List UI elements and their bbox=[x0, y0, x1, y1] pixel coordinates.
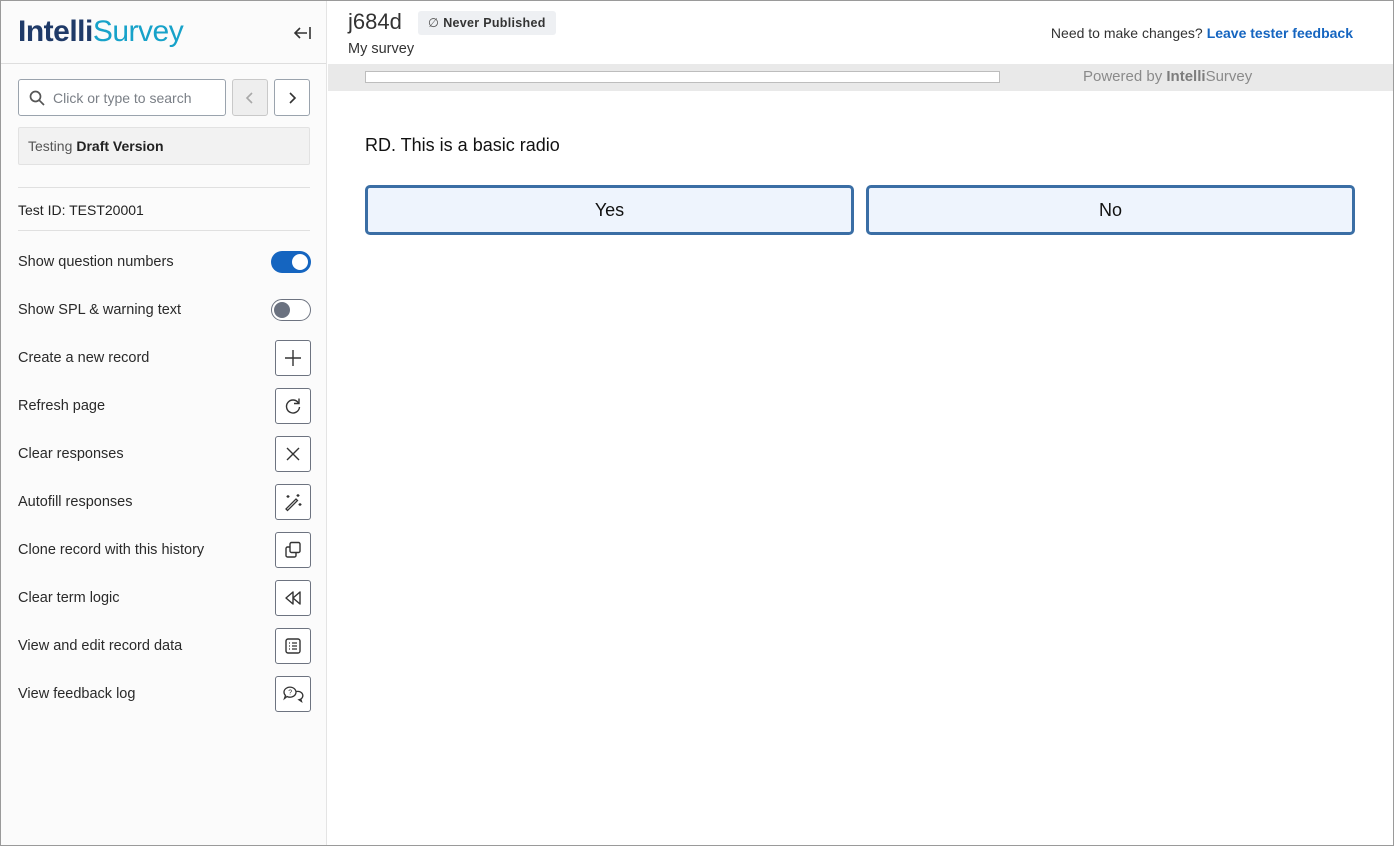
chat-icon: ? bbox=[283, 686, 304, 704]
version-name: Draft Version bbox=[76, 138, 164, 154]
progress-area: Powered by IntelliSurvey bbox=[328, 64, 1393, 91]
option-label: Show SPL & warning text bbox=[18, 302, 182, 318]
previous-button[interactable] bbox=[232, 79, 268, 116]
create-new-record-button[interactable] bbox=[275, 340, 311, 376]
list-icon bbox=[285, 638, 301, 654]
option-show-question-numbers: Show question numbers bbox=[18, 244, 311, 280]
action-clone-record: Clone record with this history bbox=[18, 532, 311, 568]
refresh-icon bbox=[285, 398, 301, 414]
action-clear-term-logic: Clear term logic bbox=[18, 580, 311, 616]
autofill-responses-button[interactable] bbox=[275, 484, 311, 520]
rewind-icon bbox=[285, 591, 301, 605]
chevron-right-icon bbox=[289, 91, 297, 104]
view-feedback-log-button[interactable]: ? bbox=[275, 676, 311, 712]
test-id: Test ID: TEST20001 bbox=[18, 202, 144, 218]
clone-icon bbox=[285, 541, 301, 558]
action-label: Clear responses bbox=[18, 446, 124, 462]
answer-no-button[interactable]: No bbox=[866, 185, 1355, 235]
view-edit-record-data-button[interactable] bbox=[275, 628, 311, 664]
close-icon bbox=[286, 447, 300, 461]
action-label: View and edit record data bbox=[18, 638, 183, 654]
chevron-left-icon bbox=[245, 91, 253, 104]
version-prefix: Testing bbox=[28, 138, 73, 154]
toggle-knob bbox=[274, 302, 290, 318]
search-field[interactable] bbox=[18, 79, 226, 116]
clear-term-logic-button[interactable] bbox=[275, 580, 311, 616]
clear-responses-button[interactable] bbox=[275, 436, 311, 472]
divider bbox=[18, 187, 310, 188]
option-show-spl-warning: Show SPL & warning text bbox=[18, 292, 311, 328]
publish-status-badge: ∅ Never Published bbox=[418, 11, 556, 35]
clone-record-button[interactable] bbox=[275, 532, 311, 568]
action-refresh-page: Refresh page bbox=[18, 388, 311, 424]
divider bbox=[18, 230, 310, 231]
powered-by: Powered by IntelliSurvey bbox=[1083, 68, 1253, 85]
action-autofill-responses: Autofill responses bbox=[18, 484, 311, 520]
search-icon bbox=[28, 89, 46, 107]
logo-row: IntelliSurvey bbox=[1, 1, 326, 64]
action-label: View feedback log bbox=[18, 686, 136, 702]
progress-bar bbox=[365, 71, 1000, 83]
answer-yes-button[interactable]: Yes bbox=[365, 185, 854, 235]
survey-id: j684d bbox=[348, 9, 402, 34]
plus-icon bbox=[285, 350, 301, 366]
next-button[interactable] bbox=[274, 79, 310, 116]
feedback-prompt: Need to make changes? Leave tester feedba… bbox=[1050, 25, 1353, 41]
intellisurvey-logo: IntelliSurvey bbox=[18, 15, 184, 48]
sidebar: IntelliSurvey TestingDraft Version Test … bbox=[1, 1, 327, 845]
action-label: Clone record with this history bbox=[18, 542, 205, 558]
action-label: Refresh page bbox=[18, 398, 106, 414]
show-question-numbers-toggle[interactable] bbox=[271, 251, 311, 273]
action-view-feedback-log: View feedback log ? bbox=[18, 676, 311, 712]
show-spl-warning-toggle[interactable] bbox=[271, 299, 311, 321]
action-label: Clear term logic bbox=[18, 590, 120, 606]
action-label: Autofill responses bbox=[18, 494, 133, 510]
refresh-page-button[interactable] bbox=[275, 388, 311, 424]
magic-wand-icon bbox=[285, 494, 302, 512]
question-text: RD. This is a basic radio bbox=[365, 135, 560, 155]
not-published-icon: ∅ bbox=[428, 16, 440, 30]
toggle-knob bbox=[292, 254, 308, 270]
version-indicator: Testing Draft Version bbox=[18, 127, 310, 165]
svg-text:?: ? bbox=[288, 690, 292, 697]
leave-feedback-link[interactable]: Leave tester feedback bbox=[1207, 25, 1353, 41]
action-clear-responses: Clear responses bbox=[18, 436, 311, 472]
action-create-new-record: Create a new record bbox=[18, 340, 311, 376]
survey-name: My survey bbox=[348, 41, 415, 57]
option-label: Show question numbers bbox=[18, 254, 174, 270]
action-view-edit-record-data: View and edit record data bbox=[18, 628, 311, 664]
search-input[interactable] bbox=[53, 86, 221, 110]
collapse-sidebar-icon[interactable] bbox=[291, 23, 313, 43]
action-label: Create a new record bbox=[18, 350, 150, 366]
header: j684d ∅ Never Published My survey Need to… bbox=[328, 1, 1393, 64]
main-content: j684d ∅ Never Published My survey Need to… bbox=[328, 1, 1393, 845]
